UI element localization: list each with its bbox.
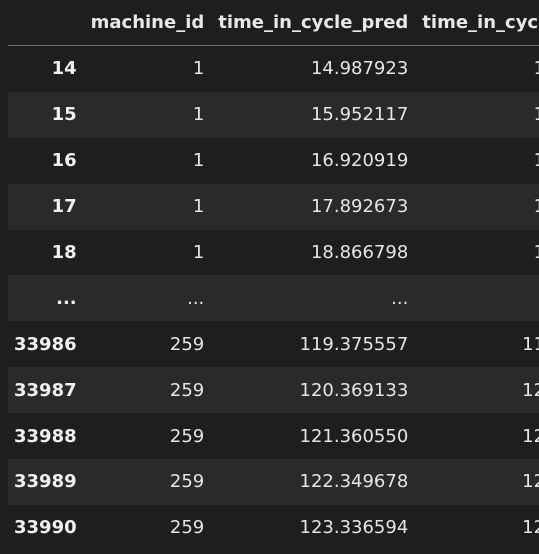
header-row: machine_id time_in_cycle_pred time_in_cy… <box>8 0 539 46</box>
column-header-machine-id: machine_id <box>84 0 213 46</box>
machine-id-cell: ... <box>84 275 213 322</box>
time-in-cycle-cell: ... <box>416 275 539 322</box>
time-in-cycle-pred-cell: 14.987923 <box>212 45 417 92</box>
row-index: 17 <box>8 183 85 230</box>
machine-id-cell: 259 <box>84 321 213 368</box>
machine-id-cell: 1 <box>84 137 213 184</box>
time-in-cycle-pred-cell: 18.866798 <box>212 229 417 276</box>
row-index: 16 <box>8 137 85 184</box>
time-in-cycle-pred-cell: 120.369133 <box>212 367 417 414</box>
row-index: 14 <box>8 45 85 92</box>
machine-id-cell: 259 <box>84 504 213 551</box>
time-in-cycle-cell: 121 <box>416 413 539 460</box>
table-row: 15115.95211716 <box>8 91 539 138</box>
machine-id-cell: 1 <box>84 45 213 92</box>
machine-id-cell: 259 <box>84 413 213 460</box>
time-in-cycle-cell: 17 <box>416 137 539 184</box>
table-row: 16116.92091917 <box>8 137 539 184</box>
time-in-cycle-pred-cell: 122.349678 <box>212 459 417 505</box>
machine-id-cell: 259 <box>84 459 213 505</box>
dataframe-table: machine_id time_in_cycle_pred time_in_cy… <box>8 0 539 551</box>
table-row: 33986259119.375557119 <box>8 321 539 368</box>
table-body: 14114.9879231515115.9521171616116.920919… <box>8 45 539 551</box>
row-index: 33988 <box>8 413 85 460</box>
table-row: 33987259120.369133120 <box>8 367 539 414</box>
time-in-cycle-cell: 119 <box>416 321 539 368</box>
row-index: 33986 <box>8 321 85 368</box>
row-index: 33990 <box>8 504 85 551</box>
column-header-time-in-cycle-pred: time_in_cycle_pred <box>212 0 417 46</box>
column-header-time-in-cycle: time_in_cycle <box>416 0 539 46</box>
row-index: 33987 <box>8 367 85 414</box>
notebook-output: machine_id time_in_cycle_pred time_in_cy… <box>0 0 539 554</box>
time-in-cycle-cell: 15 <box>416 45 539 92</box>
machine-id-cell: 259 <box>84 367 213 414</box>
table-row: ............ <box>8 275 539 322</box>
table-row: 18118.86679819 <box>8 229 539 276</box>
time-in-cycle-cell: 120 <box>416 367 539 414</box>
table-row: 33990259123.336594123 <box>8 504 539 551</box>
table-row: 33988259121.360550121 <box>8 413 539 460</box>
time-in-cycle-pred-cell: 121.360550 <box>212 413 417 460</box>
row-index: 15 <box>8 91 85 138</box>
time-in-cycle-pred-cell: 15.952117 <box>212 91 417 138</box>
row-index: 33989 <box>8 459 85 505</box>
time-in-cycle-pred-cell: ... <box>212 275 417 322</box>
time-in-cycle-cell: 122 <box>416 459 539 505</box>
table-row: 14114.98792315 <box>8 45 539 92</box>
machine-id-cell: 1 <box>84 91 213 138</box>
time-in-cycle-pred-cell: 123.336594 <box>212 504 417 551</box>
time-in-cycle-cell: 19 <box>416 229 539 276</box>
row-index: ... <box>8 275 85 322</box>
table-row: 17117.89267318 <box>8 183 539 230</box>
time-in-cycle-cell: 18 <box>416 183 539 230</box>
machine-id-cell: 1 <box>84 229 213 276</box>
table-row: 33989259122.349678122 <box>8 459 539 505</box>
time-in-cycle-pred-cell: 16.920919 <box>212 137 417 184</box>
time-in-cycle-pred-cell: 17.892673 <box>212 183 417 230</box>
time-in-cycle-cell: 123 <box>416 504 539 551</box>
table-header: machine_id time_in_cycle_pred time_in_cy… <box>8 0 539 46</box>
time-in-cycle-cell: 16 <box>416 91 539 138</box>
time-in-cycle-pred-cell: 119.375557 <box>212 321 417 368</box>
row-index: 18 <box>8 229 85 276</box>
machine-id-cell: 1 <box>84 183 213 230</box>
index-header <box>8 0 85 46</box>
